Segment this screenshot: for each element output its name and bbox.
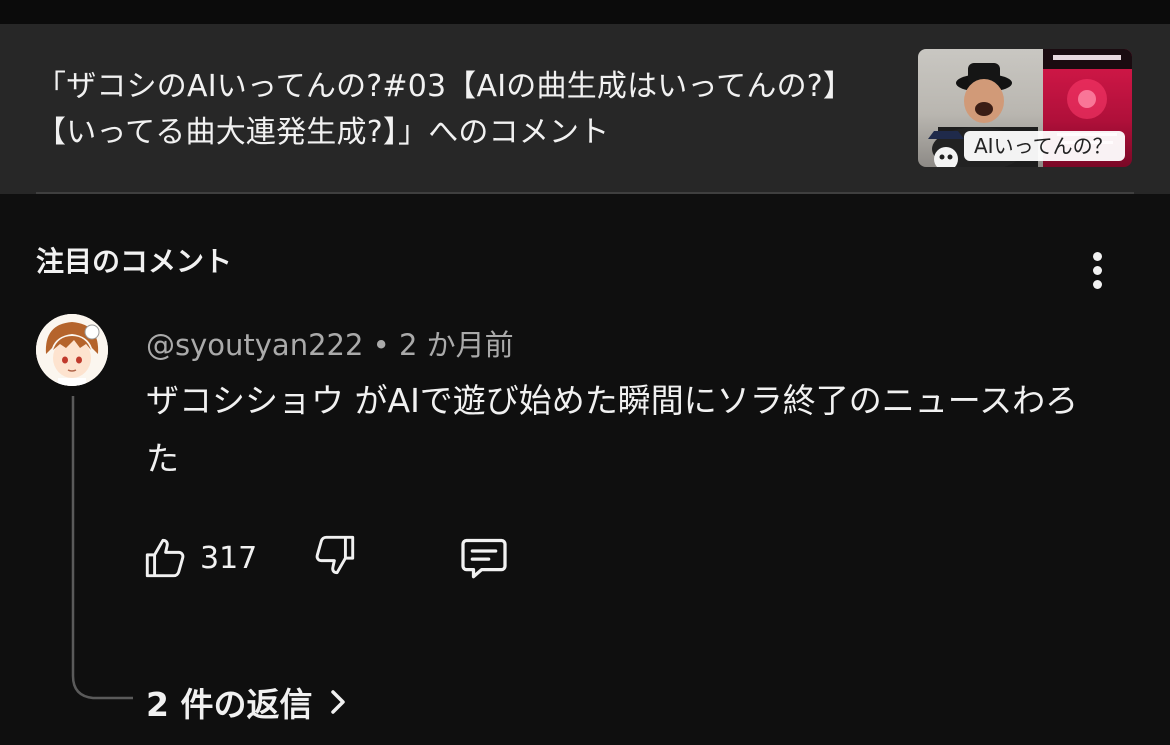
- comment-meta: @syoutyan222 • 2 か月前: [146, 322, 514, 364]
- reply-button[interactable]: [456, 530, 516, 586]
- more-options-button[interactable]: [1078, 247, 1118, 293]
- replies-link[interactable]: 2 件の返信: [146, 678, 348, 726]
- like-button[interactable]: 317: [140, 530, 257, 586]
- chevron-right-icon: [331, 690, 346, 714]
- comment-time: 2 か月前: [398, 328, 514, 362]
- more-vert-icon: [1093, 252, 1102, 261]
- like-count: 317: [200, 540, 258, 576]
- video-thumbnail[interactable]: AIいってんの？: [918, 49, 1132, 167]
- thread-line: [71, 396, 133, 700]
- replies-label: 2 件の返信: [146, 685, 313, 724]
- section-title: 注目のコメント: [36, 245, 233, 278]
- thumb-up-icon: [145, 538, 185, 578]
- more-vert-icon-dot: [1093, 280, 1102, 289]
- status-bar: [0, 0, 1170, 24]
- dislike-button[interactable]: [310, 530, 366, 586]
- thumb-down-icon: [315, 535, 355, 575]
- comment-icon: [461, 538, 507, 579]
- video-header[interactable]: 「ザコシのAIいってんの?#03【AIの曲生成はいってんの?】【いってる曲大連発…: [0, 24, 1170, 194]
- meta-separator: •: [363, 328, 399, 362]
- comment-author[interactable]: @syoutyan222: [146, 328, 363, 362]
- avatar[interactable]: [36, 314, 108, 386]
- comment-text: ザコシショウ がAIで遊び始めた瞬間にソラ終了のニュースわろた: [146, 381, 1079, 478]
- header-divider: [36, 192, 1134, 194]
- more-vert-icon-dot: [1093, 266, 1102, 275]
- thumbnail-caption: AIいってんの？: [964, 131, 1125, 161]
- video-title[interactable]: 「ザコシのAIいってんの?#03【AIの曲生成はいってんの?】【いってる曲大連発…: [36, 64, 876, 156]
